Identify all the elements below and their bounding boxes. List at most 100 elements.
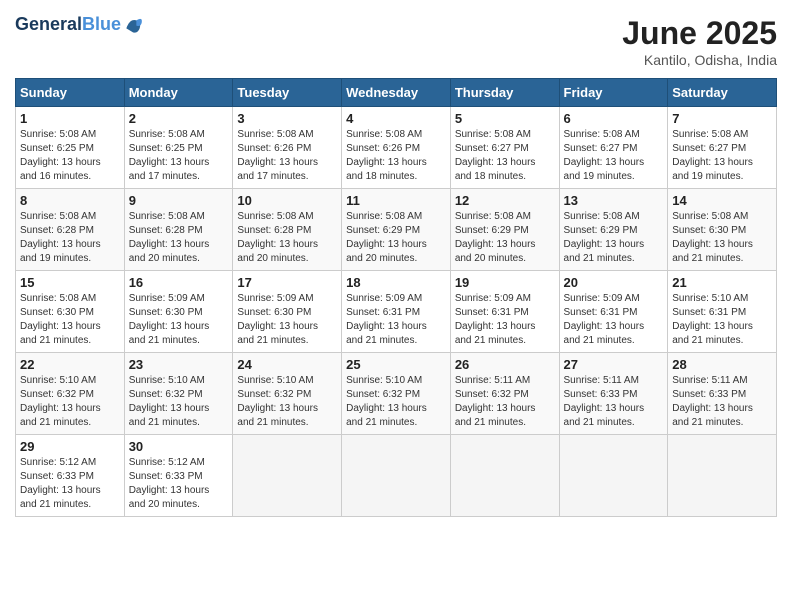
col-monday: Monday	[124, 79, 233, 107]
table-row	[668, 435, 777, 517]
day-info: Sunrise: 5:10 AMSunset: 6:32 PMDaylight:…	[129, 374, 229, 430]
month-title: June 2025	[622, 15, 777, 52]
day-number: 3	[237, 111, 337, 126]
calendar-row: 22 Sunrise: 5:10 AMSunset: 6:32 PMDaylig…	[16, 353, 777, 435]
table-row: 5 Sunrise: 5:08 AMSunset: 6:27 PMDayligh…	[450, 107, 559, 189]
day-info: Sunrise: 5:09 AMSunset: 6:31 PMDaylight:…	[455, 292, 555, 348]
col-tuesday: Tuesday	[233, 79, 342, 107]
day-number: 7	[672, 111, 772, 126]
day-info: Sunrise: 5:10 AMSunset: 6:32 PMDaylight:…	[346, 374, 446, 430]
table-row: 7 Sunrise: 5:08 AMSunset: 6:27 PMDayligh…	[668, 107, 777, 189]
day-info: Sunrise: 5:08 AMSunset: 6:28 PMDaylight:…	[20, 210, 120, 266]
table-row	[450, 435, 559, 517]
table-row: 23 Sunrise: 5:10 AMSunset: 6:32 PMDaylig…	[124, 353, 233, 435]
table-row: 26 Sunrise: 5:11 AMSunset: 6:32 PMDaylig…	[450, 353, 559, 435]
table-row: 8 Sunrise: 5:08 AMSunset: 6:28 PMDayligh…	[16, 189, 125, 271]
table-row: 25 Sunrise: 5:10 AMSunset: 6:32 PMDaylig…	[342, 353, 451, 435]
day-info: Sunrise: 5:08 AMSunset: 6:27 PMDaylight:…	[672, 128, 772, 184]
table-row: 22 Sunrise: 5:10 AMSunset: 6:32 PMDaylig…	[16, 353, 125, 435]
table-row: 21 Sunrise: 5:10 AMSunset: 6:31 PMDaylig…	[668, 271, 777, 353]
table-row: 28 Sunrise: 5:11 AMSunset: 6:33 PMDaylig…	[668, 353, 777, 435]
logo: GeneralBlue	[15, 15, 143, 35]
table-row: 14 Sunrise: 5:08 AMSunset: 6:30 PMDaylig…	[668, 189, 777, 271]
day-number: 20	[564, 275, 664, 290]
table-row: 4 Sunrise: 5:08 AMSunset: 6:26 PMDayligh…	[342, 107, 451, 189]
table-row: 19 Sunrise: 5:09 AMSunset: 6:31 PMDaylig…	[450, 271, 559, 353]
calendar-header: Sunday Monday Tuesday Wednesday Thursday…	[16, 79, 777, 107]
day-number: 9	[129, 193, 229, 208]
col-thursday: Thursday	[450, 79, 559, 107]
day-number: 27	[564, 357, 664, 372]
day-info: Sunrise: 5:11 AMSunset: 6:32 PMDaylight:…	[455, 374, 555, 430]
day-info: Sunrise: 5:12 AMSunset: 6:33 PMDaylight:…	[20, 456, 120, 512]
day-info: Sunrise: 5:10 AMSunset: 6:31 PMDaylight:…	[672, 292, 772, 348]
day-info: Sunrise: 5:08 AMSunset: 6:30 PMDaylight:…	[20, 292, 120, 348]
calendar-row: 15 Sunrise: 5:08 AMSunset: 6:30 PMDaylig…	[16, 271, 777, 353]
day-info: Sunrise: 5:08 AMSunset: 6:25 PMDaylight:…	[129, 128, 229, 184]
table-row: 30 Sunrise: 5:12 AMSunset: 6:33 PMDaylig…	[124, 435, 233, 517]
day-number: 15	[20, 275, 120, 290]
day-number: 11	[346, 193, 446, 208]
day-number: 18	[346, 275, 446, 290]
table-row: 11 Sunrise: 5:08 AMSunset: 6:29 PMDaylig…	[342, 189, 451, 271]
table-row: 24 Sunrise: 5:10 AMSunset: 6:32 PMDaylig…	[233, 353, 342, 435]
day-info: Sunrise: 5:10 AMSunset: 6:32 PMDaylight:…	[20, 374, 120, 430]
table-row: 1 Sunrise: 5:08 AMSunset: 6:25 PMDayligh…	[16, 107, 125, 189]
day-number: 19	[455, 275, 555, 290]
calendar-row: 8 Sunrise: 5:08 AMSunset: 6:28 PMDayligh…	[16, 189, 777, 271]
day-number: 21	[672, 275, 772, 290]
table-row: 16 Sunrise: 5:09 AMSunset: 6:30 PMDaylig…	[124, 271, 233, 353]
col-friday: Friday	[559, 79, 668, 107]
col-saturday: Saturday	[668, 79, 777, 107]
header: GeneralBlue June 2025 Kantilo, Odisha, I…	[15, 15, 777, 68]
calendar-table: Sunday Monday Tuesday Wednesday Thursday…	[15, 78, 777, 517]
day-info: Sunrise: 5:09 AMSunset: 6:30 PMDaylight:…	[129, 292, 229, 348]
day-info: Sunrise: 5:08 AMSunset: 6:27 PMDaylight:…	[564, 128, 664, 184]
day-number: 13	[564, 193, 664, 208]
logo-text: GeneralBlue	[15, 15, 121, 35]
table-row: 29 Sunrise: 5:12 AMSunset: 6:33 PMDaylig…	[16, 435, 125, 517]
logo-icon	[123, 15, 143, 35]
col-wednesday: Wednesday	[342, 79, 451, 107]
day-number: 6	[564, 111, 664, 126]
day-info: Sunrise: 5:08 AMSunset: 6:29 PMDaylight:…	[455, 210, 555, 266]
table-row: 17 Sunrise: 5:09 AMSunset: 6:30 PMDaylig…	[233, 271, 342, 353]
table-row: 10 Sunrise: 5:08 AMSunset: 6:28 PMDaylig…	[233, 189, 342, 271]
day-number: 16	[129, 275, 229, 290]
day-info: Sunrise: 5:09 AMSunset: 6:31 PMDaylight:…	[564, 292, 664, 348]
table-row	[233, 435, 342, 517]
calendar-row: 29 Sunrise: 5:12 AMSunset: 6:33 PMDaylig…	[16, 435, 777, 517]
table-row: 27 Sunrise: 5:11 AMSunset: 6:33 PMDaylig…	[559, 353, 668, 435]
day-info: Sunrise: 5:11 AMSunset: 6:33 PMDaylight:…	[564, 374, 664, 430]
location-subtitle: Kantilo, Odisha, India	[622, 52, 777, 68]
day-info: Sunrise: 5:08 AMSunset: 6:28 PMDaylight:…	[129, 210, 229, 266]
day-info: Sunrise: 5:10 AMSunset: 6:32 PMDaylight:…	[237, 374, 337, 430]
day-number: 8	[20, 193, 120, 208]
table-row: 6 Sunrise: 5:08 AMSunset: 6:27 PMDayligh…	[559, 107, 668, 189]
table-row: 13 Sunrise: 5:08 AMSunset: 6:29 PMDaylig…	[559, 189, 668, 271]
day-info: Sunrise: 5:11 AMSunset: 6:33 PMDaylight:…	[672, 374, 772, 430]
day-number: 10	[237, 193, 337, 208]
table-row: 9 Sunrise: 5:08 AMSunset: 6:28 PMDayligh…	[124, 189, 233, 271]
day-info: Sunrise: 5:08 AMSunset: 6:28 PMDaylight:…	[237, 210, 337, 266]
day-number: 24	[237, 357, 337, 372]
day-number: 23	[129, 357, 229, 372]
calendar-row: 1 Sunrise: 5:08 AMSunset: 6:25 PMDayligh…	[16, 107, 777, 189]
col-sunday: Sunday	[16, 79, 125, 107]
table-row	[342, 435, 451, 517]
day-number: 22	[20, 357, 120, 372]
table-row: 15 Sunrise: 5:08 AMSunset: 6:30 PMDaylig…	[16, 271, 125, 353]
day-number: 2	[129, 111, 229, 126]
day-number: 25	[346, 357, 446, 372]
day-info: Sunrise: 5:08 AMSunset: 6:26 PMDaylight:…	[237, 128, 337, 184]
day-number: 5	[455, 111, 555, 126]
day-number: 12	[455, 193, 555, 208]
day-number: 17	[237, 275, 337, 290]
day-number: 30	[129, 439, 229, 454]
title-area: June 2025 Kantilo, Odisha, India	[622, 15, 777, 68]
calendar-body: 1 Sunrise: 5:08 AMSunset: 6:25 PMDayligh…	[16, 107, 777, 517]
day-info: Sunrise: 5:09 AMSunset: 6:31 PMDaylight:…	[346, 292, 446, 348]
table-row: 20 Sunrise: 5:09 AMSunset: 6:31 PMDaylig…	[559, 271, 668, 353]
table-row: 3 Sunrise: 5:08 AMSunset: 6:26 PMDayligh…	[233, 107, 342, 189]
day-info: Sunrise: 5:08 AMSunset: 6:30 PMDaylight:…	[672, 210, 772, 266]
